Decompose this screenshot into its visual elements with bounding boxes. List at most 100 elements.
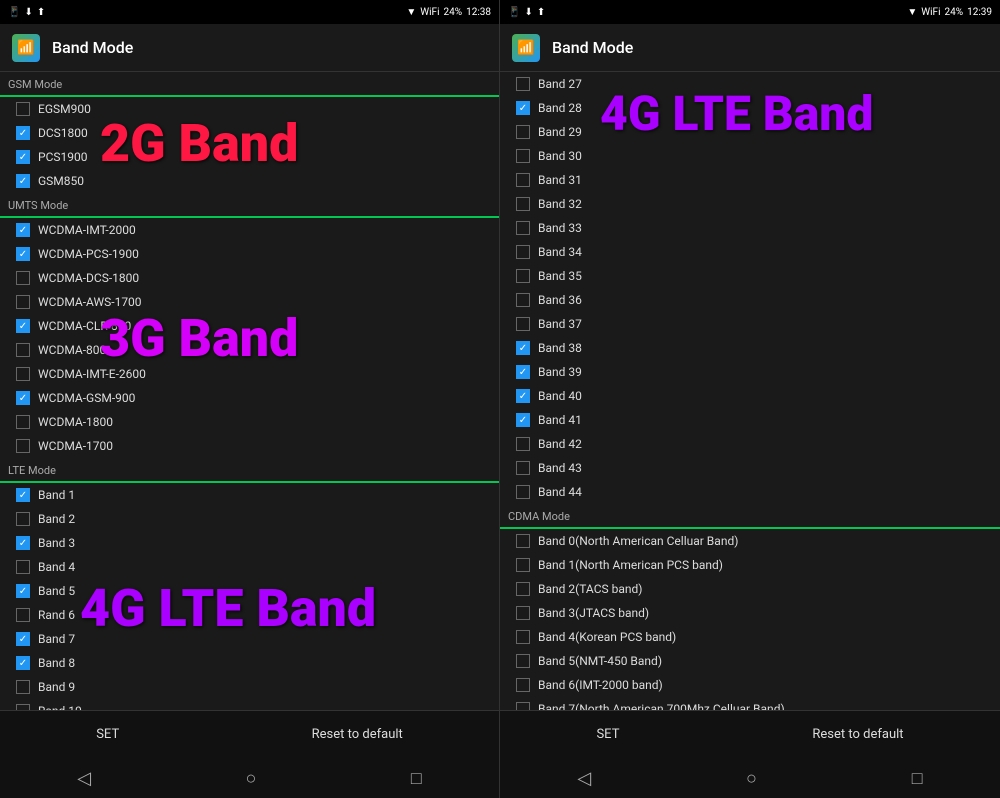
wcdma-imte2600-cb[interactable] bbox=[16, 367, 30, 381]
lte-band7-cb[interactable] bbox=[16, 632, 30, 646]
wcdma-1800[interactable]: WCDMA-1800 bbox=[0, 410, 499, 434]
lte-band8-cb[interactable] bbox=[16, 656, 30, 670]
right-home-icon[interactable]: ○ bbox=[746, 768, 757, 789]
lte-band10[interactable]: Rand 10 bbox=[0, 699, 499, 710]
r-lte-band31[interactable]: Band 31 bbox=[500, 168, 1000, 192]
cdma-band2[interactable]: Band 2(TACS band) bbox=[500, 577, 1000, 601]
r-lte-band40[interactable]: Band 40 bbox=[500, 384, 1000, 408]
cdma-band6-cb[interactable] bbox=[516, 678, 530, 692]
r-lte-band41[interactable]: Band 41 bbox=[500, 408, 1000, 432]
r-lte-band40-cb[interactable] bbox=[516, 389, 530, 403]
gsm-gsm850[interactable]: GSM850 bbox=[0, 169, 499, 193]
lte-band1[interactable]: Band 1 bbox=[0, 483, 499, 507]
right-recents-icon[interactable]: □ bbox=[912, 768, 923, 789]
lte-band5-cb[interactable] bbox=[16, 584, 30, 598]
cdma-band4-cb[interactable] bbox=[516, 630, 530, 644]
wcdma-clr850-cb[interactable] bbox=[16, 319, 30, 333]
lte-band10-cb[interactable] bbox=[16, 704, 30, 710]
r-lte-band42-cb[interactable] bbox=[516, 437, 530, 451]
r-lte-band29-cb[interactable] bbox=[516, 125, 530, 139]
r-lte-band30[interactable]: Band 30 bbox=[500, 144, 1000, 168]
cdma-band7[interactable]: Band 7(North American 700Mhz Celluar Ban… bbox=[500, 697, 1000, 710]
wcdma-imte2600[interactable]: WCDMA-IMT-E-2600 bbox=[0, 362, 499, 386]
left-set-button[interactable]: SET bbox=[76, 719, 139, 750]
r-lte-band39-cb[interactable] bbox=[516, 365, 530, 379]
r-lte-band28-cb[interactable] bbox=[516, 101, 530, 115]
cdma-band2-cb[interactable] bbox=[516, 582, 530, 596]
r-lte-band29[interactable]: Band 29 bbox=[500, 120, 1000, 144]
r-lte-band27-cb[interactable] bbox=[516, 77, 530, 91]
wcdma-dcs1800[interactable]: WCDMA-DCS-1800 bbox=[0, 266, 499, 290]
cdma-band1-cb[interactable] bbox=[516, 558, 530, 572]
r-lte-band43[interactable]: Band 43 bbox=[500, 456, 1000, 480]
lte-band9[interactable]: Band 9 bbox=[0, 675, 499, 699]
lte-band3[interactable]: Band 3 bbox=[0, 531, 499, 555]
r-lte-band28[interactable]: Band 28 bbox=[500, 96, 1000, 120]
cdma-band0-cb[interactable] bbox=[516, 534, 530, 548]
wcdma-1700[interactable]: WCDMA-1700 bbox=[0, 434, 499, 458]
r-lte-band42[interactable]: Band 42 bbox=[500, 432, 1000, 456]
r-lte-band37-cb[interactable] bbox=[516, 317, 530, 331]
wcdma-800-cb[interactable] bbox=[16, 343, 30, 357]
r-lte-band38-cb[interactable] bbox=[516, 341, 530, 355]
r-lte-band33-cb[interactable] bbox=[516, 221, 530, 235]
gsm-gsm850-checkbox[interactable] bbox=[16, 174, 30, 188]
right-scroll[interactable]: Band 27 Band 28 4G LTE Band Band 29 Band… bbox=[500, 72, 1000, 710]
r-lte-band35-cb[interactable] bbox=[516, 269, 530, 283]
lte-band6-cb[interactable] bbox=[16, 608, 30, 622]
wcdma-pcs1900[interactable]: WCDMA-PCS-1900 bbox=[0, 242, 499, 266]
cdma-band3[interactable]: Band 3(JTACS band) bbox=[500, 601, 1000, 625]
wcdma-pcs1900-cb[interactable] bbox=[16, 247, 30, 261]
lte-band1-cb[interactable] bbox=[16, 488, 30, 502]
cdma-band4[interactable]: Band 4(Korean PCS band) bbox=[500, 625, 1000, 649]
r-lte-band32-cb[interactable] bbox=[516, 197, 530, 211]
lte-band4-cb[interactable] bbox=[16, 560, 30, 574]
wcdma-gsm900[interactable]: WCDMA-GSM-900 bbox=[0, 386, 499, 410]
cdma-band0[interactable]: Band 0(North American Celluar Band) bbox=[500, 529, 1000, 553]
lte-band4[interactable]: Band 4 bbox=[0, 555, 499, 579]
r-lte-band36-cb[interactable] bbox=[516, 293, 530, 307]
wcdma-gsm900-cb[interactable] bbox=[16, 391, 30, 405]
r-lte-band44-cb[interactable] bbox=[516, 485, 530, 499]
r-lte-band32[interactable]: Band 32 bbox=[500, 192, 1000, 216]
lte-band8[interactable]: Band 8 bbox=[0, 651, 499, 675]
right-set-button[interactable]: SET bbox=[576, 719, 639, 750]
left-scroll[interactable]: GSM Mode EGSM900 DCS1800 PCS1900 GSM850 … bbox=[0, 72, 499, 710]
wcdma-imt2000-cb[interactable] bbox=[16, 223, 30, 237]
cdma-band1[interactable]: Band 1(North American PCS band) bbox=[500, 553, 1000, 577]
r-lte-band35[interactable]: Band 35 bbox=[500, 264, 1000, 288]
left-reset-button[interactable]: Reset to default bbox=[292, 719, 423, 750]
gsm-pcs1900[interactable]: PCS1900 bbox=[0, 145, 499, 169]
r-lte-band30-cb[interactable] bbox=[516, 149, 530, 163]
cdma-band3-cb[interactable] bbox=[516, 606, 530, 620]
wcdma-aws1700-cb[interactable] bbox=[16, 295, 30, 309]
cdma-band5-cb[interactable] bbox=[516, 654, 530, 668]
gsm-dcs1800[interactable]: DCS1800 bbox=[0, 121, 499, 145]
cdma-band6[interactable]: Band 6(IMT-2000 band) bbox=[500, 673, 1000, 697]
left-recents-icon[interactable]: □ bbox=[411, 768, 422, 789]
r-lte-band34-cb[interactable] bbox=[516, 245, 530, 259]
r-lte-band31-cb[interactable] bbox=[516, 173, 530, 187]
left-home-icon[interactable]: ○ bbox=[246, 768, 257, 789]
lte-band7[interactable]: Band 7 bbox=[0, 627, 499, 651]
wcdma-aws1700[interactable]: WCDMA-AWS-1700 bbox=[0, 290, 499, 314]
cdma-band7-cb[interactable] bbox=[516, 702, 530, 710]
wcdma-imt2000[interactable]: WCDMA-IMT-2000 bbox=[0, 218, 499, 242]
r-lte-band43-cb[interactable] bbox=[516, 461, 530, 475]
lte-band5[interactable]: Band 5 bbox=[0, 579, 499, 603]
gsm-pcs1900-checkbox[interactable] bbox=[16, 150, 30, 164]
r-lte-band38[interactable]: Band 38 bbox=[500, 336, 1000, 360]
wcdma-1700-cb[interactable] bbox=[16, 439, 30, 453]
r-lte-band44[interactable]: Band 44 bbox=[500, 480, 1000, 504]
gsm-egsm900[interactable]: EGSM900 bbox=[0, 97, 499, 121]
lte-band2-cb[interactable] bbox=[16, 512, 30, 526]
wcdma-dcs1800-cb[interactable] bbox=[16, 271, 30, 285]
r-lte-band33[interactable]: Band 33 bbox=[500, 216, 1000, 240]
r-lte-band27[interactable]: Band 27 bbox=[500, 72, 1000, 96]
r-lte-band37[interactable]: Band 37 bbox=[500, 312, 1000, 336]
lte-band9-cb[interactable] bbox=[16, 680, 30, 694]
cdma-band5[interactable]: Band 5(NMT-450 Band) bbox=[500, 649, 1000, 673]
gsm-egsm900-checkbox[interactable] bbox=[16, 102, 30, 116]
wcdma-1800-cb[interactable] bbox=[16, 415, 30, 429]
lte-band3-cb[interactable] bbox=[16, 536, 30, 550]
